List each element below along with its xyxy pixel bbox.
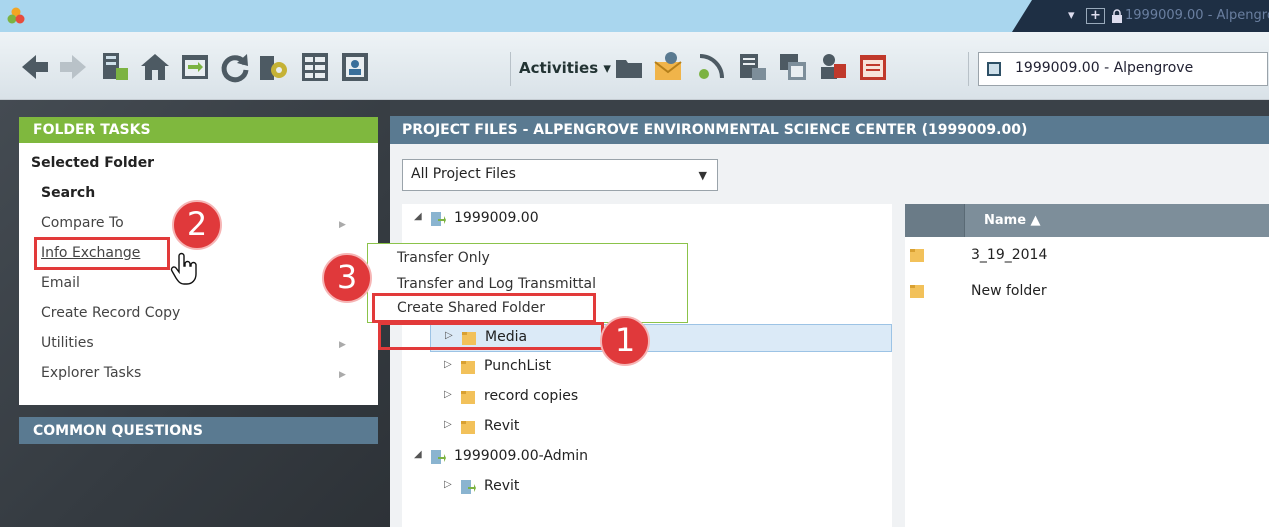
windows-icon[interactable] [776,50,810,84]
title-bar-path: 1999009.00 - Alpengrove [1125,8,1269,23]
folder-icon [461,391,475,404]
transfer-icon[interactable] [178,50,212,84]
documents-icon[interactable] [736,50,770,84]
project-folder-icon [461,480,476,494]
file-row[interactable]: 3_19_2014 [905,241,1269,271]
select-column[interactable] [905,204,965,237]
project-files-filter[interactable]: All Project Files ▼ [402,159,718,191]
file-list-header: Name ▲ [905,204,1269,237]
project-selector[interactable]: 1999009.00 - Alpengrove [978,52,1268,86]
forward-arrow-icon[interactable] [56,50,90,84]
task-email[interactable]: Email [41,275,80,291]
back-arrow-icon[interactable] [18,50,52,84]
project-selector-value: 1999009.00 - Alpengrove [1015,60,1194,76]
dropdown-icon[interactable]: ▾ [1068,8,1075,23]
pin-icon[interactable]: + [1086,8,1105,24]
tree-node-record-copies[interactable]: ▷ record copies [430,384,730,412]
folder-icon[interactable] [612,50,646,84]
explorer-tasks-chevron-icon: ▶ [339,370,346,380]
app-logo-icon [7,7,25,24]
project-files-header: PROJECT FILES - ALPENGROVE ENVIRONMENTAL… [390,116,1269,144]
settings-gear-icon[interactable] [256,50,290,84]
chevron-down-icon: ▼ [698,169,707,182]
step-badge-3: 3 [322,253,372,303]
folder-icon [910,285,924,298]
task-search[interactable]: Search [41,185,95,201]
project-folder-icon [431,450,446,464]
highlight-media-folder [378,322,604,350]
home-icon[interactable] [138,50,172,84]
name-column-header[interactable]: Name ▲ [984,213,1041,228]
collapse-icon[interactable]: ◢ [414,211,422,222]
file-name: New folder [971,283,1047,299]
ftp-icon[interactable] [694,50,728,84]
server-icon[interactable] [98,50,132,84]
expand-icon[interactable]: ▷ [444,419,452,430]
project-folder-icon [431,212,446,226]
menu-transfer-log-transmittal[interactable]: Transfer and Log Transmittal [397,276,596,292]
calendar-icon[interactable] [856,50,890,84]
compare-to-chevron-icon: ▶ [339,220,346,230]
folder-icon [461,361,475,374]
file-list: Name ▲ 3_19_2014 New folder [905,204,1269,527]
expand-icon[interactable]: ▷ [444,389,452,400]
tree-node-1999009[interactable]: ◢ 1999009.00 [414,206,714,234]
collapse-icon[interactable]: ◢ [414,449,422,460]
common-questions-header[interactable]: COMMON QUESTIONS [19,417,378,444]
step-badge-2: 2 [172,200,222,250]
tree-node-admin[interactable]: ◢ 1999009.00-Admin [414,444,714,472]
refresh-icon[interactable] [218,50,252,84]
expand-icon[interactable]: ▷ [444,479,452,490]
toolbar-separator [968,52,969,86]
file-name: 3_19_2014 [971,247,1048,263]
tree-node-punchlist[interactable]: ▷ PunchList [430,354,730,382]
contacts-icon[interactable] [338,50,372,84]
list-view-icon[interactable] [298,50,332,84]
people-icon[interactable] [816,50,850,84]
task-create-record-copy[interactable]: Create Record Copy [41,305,180,321]
main-toolbar: Activities ▾ 1999009.00 - Alpengrove [0,32,1269,100]
utilities-chevron-icon: ▶ [339,340,346,350]
task-compare-to[interactable]: Compare To [41,215,124,231]
tree-node-revit[interactable]: ▷ Revit [430,414,730,442]
lock-icon[interactable] [1111,9,1123,23]
highlight-create-shared-folder [372,293,596,323]
folder-icon [461,421,475,434]
task-utilities[interactable]: Utilities [41,335,94,351]
highlight-info-exchange [34,237,170,270]
expand-icon[interactable]: ▷ [444,359,452,370]
activities-menu[interactable]: Activities ▾ [519,59,611,77]
task-selected-folder: Selected Folder [31,155,155,171]
toolbar-separator [510,52,511,86]
hand-cursor-icon [170,252,197,285]
title-bar: ▾ + 1999009.00 - Alpengrove [0,0,1269,32]
folder-icon [910,249,924,262]
filter-value: All Project Files [411,166,516,182]
menu-transfer-only[interactable]: Transfer Only [397,250,490,266]
task-explorer-tasks[interactable]: Explorer Tasks [41,365,141,381]
step-badge-1: 1 [600,316,650,366]
folder-tasks-header: FOLDER TASKS [19,117,378,143]
email-icon[interactable] [652,50,686,84]
project-icon [987,62,1001,76]
file-row[interactable]: New folder [905,277,1269,307]
tree-node-admin-revit[interactable]: ▷ Revit [430,474,730,502]
